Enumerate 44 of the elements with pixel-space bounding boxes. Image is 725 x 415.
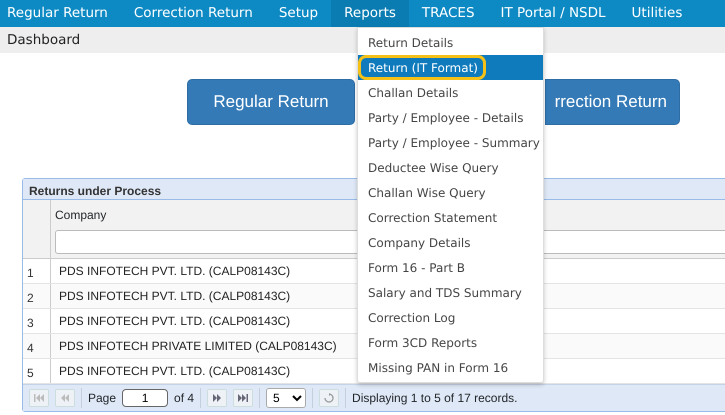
menu-item[interactable]: Form 3CD Reports	[358, 330, 543, 355]
last-page-icon[interactable]	[233, 389, 254, 407]
row-number: 3	[23, 309, 51, 333]
menu-item[interactable]: Company Details	[358, 230, 543, 255]
table-cell-text: PDS INFOTECH PRIVATE LIMITED (CALP08143C)	[58, 338, 338, 355]
menu-item[interactable]: Return (IT Format)	[358, 55, 543, 80]
page-size-select[interactable]: 5	[266, 388, 306, 408]
column-header: Company	[55, 207, 106, 224]
menu-item[interactable]: Return Details	[358, 30, 543, 55]
menu-item[interactable]: Challan Wise Query	[358, 180, 543, 205]
table-cell-text: PDS INFOTECH PVT. LTD. (CALP08143C)	[58, 263, 292, 280]
row-number: 2	[23, 284, 51, 308]
table-cell-text: PDS INFOTECH PVT. LTD. (CALP08143C)	[58, 288, 292, 305]
page-label: Page	[88, 390, 116, 407]
page-field[interactable]: 1	[122, 389, 168, 407]
menu-item[interactable]: Correction Statement	[358, 205, 543, 230]
nav-item[interactable]: Setup	[266, 0, 332, 27]
page-count: of 4	[174, 390, 194, 407]
menu-item[interactable]: Party / Employee - Details	[358, 105, 543, 130]
menu-item[interactable]: Salary and TDS Summary	[358, 280, 543, 305]
table-cell-text: PDS INFOTECH PVT. LTD. (CALP08143C)	[58, 363, 292, 380]
menu-item[interactable]: Correction Log	[358, 305, 543, 330]
nav-item[interactable]: Reports	[331, 0, 409, 27]
nav-item[interactable]: Correction Return	[120, 0, 266, 27]
menu-item[interactable]: Challan Details	[358, 80, 543, 105]
regular-return-button[interactable]: Regular Return	[187, 79, 355, 125]
nav-item[interactable]: IT Portal / NSDL	[488, 0, 619, 27]
menu-item[interactable]: Missing PAN in Form 16	[358, 355, 543, 380]
nav-item[interactable]: Utilities	[618, 0, 696, 27]
correction-return-button[interactable]: rrection Return	[545, 79, 680, 125]
row-number: 4	[23, 334, 51, 358]
first-page-icon[interactable]	[29, 389, 49, 407]
menu-item[interactable]: Party / Employee - Summary	[358, 130, 543, 155]
refresh-icon[interactable]	[319, 389, 340, 407]
row-number: 1	[23, 259, 51, 283]
nav-item[interactable]: Regular Return	[0, 0, 121, 27]
row-number: 5	[23, 359, 51, 383]
previous-page-icon[interactable]	[55, 389, 75, 407]
pager-status: Displaying 1 to 5 of 17 records.	[352, 390, 518, 407]
table-cell-text: PDS INFOTECH PVT. LTD. (CALP08143C)	[58, 313, 292, 330]
next-page-icon[interactable]	[207, 389, 228, 407]
menu-item[interactable]: Form 16 - Part B	[358, 255, 543, 280]
menu-item[interactable]: Deductee Wise Query	[358, 155, 543, 180]
nav-item[interactable]: TRACES	[408, 0, 488, 27]
